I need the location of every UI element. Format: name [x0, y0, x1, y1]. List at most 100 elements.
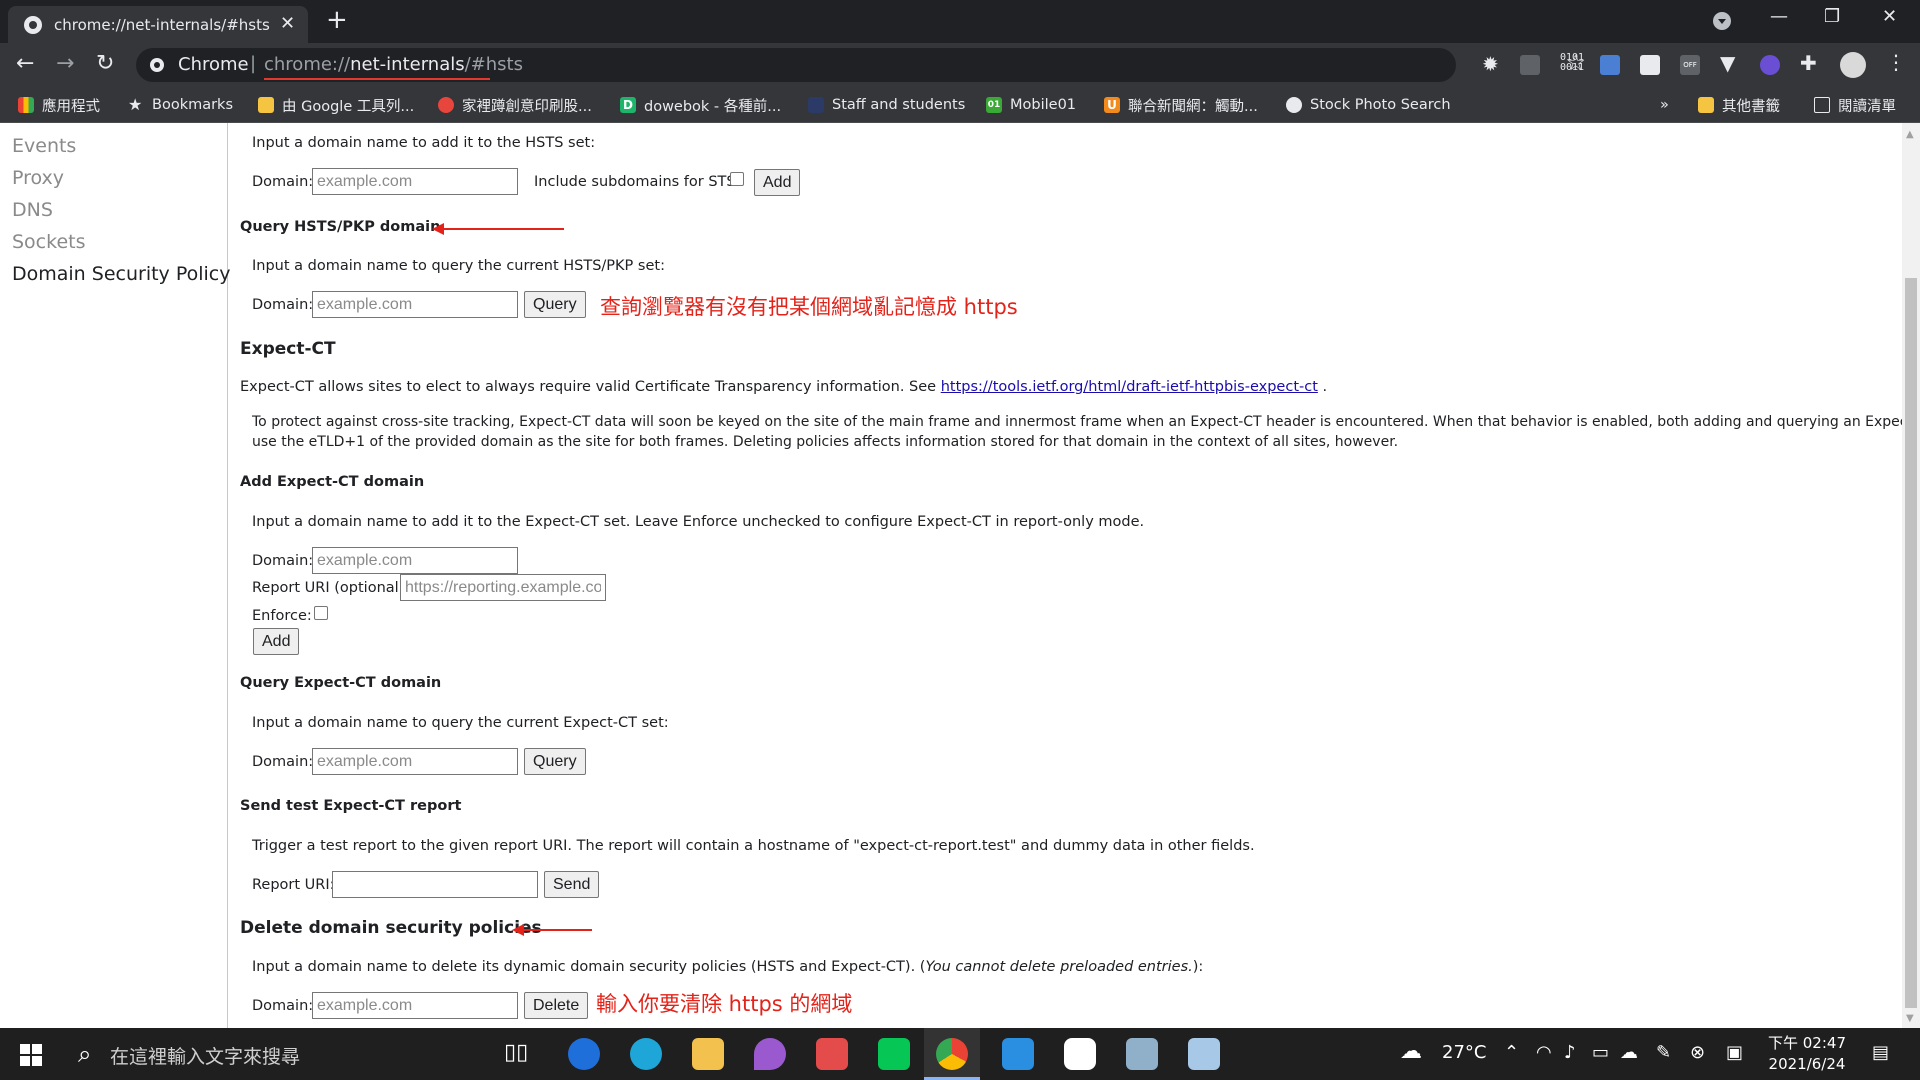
hsts-add-button[interactable]: Add [754, 169, 801, 196]
bookmark-mobile01[interactable]: 01 Mobile01 [986, 95, 1076, 115]
ct-test-uri-input[interactable] [332, 871, 538, 898]
bookmark-apps[interactable]: 應用程式 [18, 95, 100, 115]
pen-icon[interactable]: ✎ [1656, 1042, 1671, 1063]
vscode-icon[interactable] [1002, 1038, 1034, 1070]
system-clock[interactable]: 下午 02:47 2021/6/24 [1768, 1033, 1846, 1075]
ct-test-intro: Trigger a test report to the given repor… [252, 838, 1255, 854]
taskbar-search[interactable]: ⌕ 在這裡輸入文字來搜尋 [64, 1028, 478, 1080]
bookmark-stock-photo[interactable]: Stock Photo Search [1286, 95, 1451, 115]
notification-icon[interactable]: ▤ [1872, 1042, 1889, 1063]
ct-query-intro: Input a domain name to query the current… [252, 715, 669, 731]
bookmark-google-toolbar[interactable]: 由 Google 工具列... [258, 95, 414, 115]
scroll-down-icon[interactable]: ▼ [1906, 1013, 1914, 1024]
tray-chevron-icon[interactable]: ⌃ [1504, 1042, 1519, 1063]
download-extension-icon[interactable] [1760, 55, 1780, 75]
ct-enforce-label: Enforce: [252, 608, 312, 624]
ct-send-button[interactable]: Send [544, 871, 600, 898]
bookmarks-overflow-button[interactable]: » [1660, 95, 1669, 115]
hsts-query-button[interactable]: Query [524, 291, 586, 318]
new-tab-icon[interactable]: + [326, 5, 348, 35]
delete-button[interactable]: Delete [524, 992, 589, 1019]
bookmark-staff-students[interactable]: Staff and students [808, 95, 965, 115]
sidebar-item-events[interactable]: Events [12, 135, 76, 157]
ct-report-uri-input[interactable] [400, 574, 606, 601]
acrobat-icon[interactable] [816, 1038, 848, 1070]
sidebar-item-sockets[interactable]: Sockets [12, 231, 86, 253]
profile-avatar[interactable] [1840, 52, 1866, 78]
chrome-logo-icon [150, 58, 164, 72]
back-icon[interactable]: ← [16, 51, 34, 76]
delete-domain-input[interactable] [312, 992, 518, 1019]
reading-list-button[interactable]: 閱讀清單 [1814, 95, 1896, 115]
origin-chip: Chrome [178, 54, 249, 75]
battery-icon[interactable]: ▭ [1592, 1042, 1609, 1063]
ct-query-heading: Query Expect-CT domain [240, 675, 442, 691]
binary-extension-icon[interactable]: 0101 0011 [1560, 53, 1584, 73]
tab-search-icon[interactable] [1713, 12, 1731, 30]
active-tab[interactable]: chrome://net-internals/#hsts ✕ [8, 6, 308, 43]
clipboard-icon[interactable]: ▣ [1726, 1042, 1743, 1063]
folder-icon [258, 97, 274, 113]
weather-temp[interactable]: 27°C [1442, 1042, 1486, 1063]
close-circle-icon[interactable]: ⊗ [1690, 1042, 1705, 1063]
sidebar-item-domain-security-policy[interactable]: Domain Security Policy [12, 263, 230, 285]
address-bar[interactable]: Chrome | chrome://net-internals/#hsts ☆ [136, 48, 1586, 82]
ct-test-uri-label: Report URI: [252, 877, 335, 893]
scrollbar-thumb[interactable] [1905, 278, 1917, 1008]
sidebar-item-proxy[interactable]: Proxy [12, 167, 64, 189]
annotation-query-note: 查詢瀏覽器有沒有把某個網域亂記憶成 https [600, 295, 1018, 319]
volume-icon[interactable]: ♪ [1564, 1042, 1576, 1063]
hsts-add-domain-label: Domain: [252, 174, 314, 190]
archive-icon[interactable] [1126, 1038, 1158, 1070]
forward-icon[interactable]: → [56, 51, 74, 76]
onedrive-icon[interactable]: ☁ [1620, 1042, 1638, 1063]
ct-query-button[interactable]: Query [524, 748, 586, 775]
url-text[interactable]: chrome://net-internals/#hsts [264, 54, 523, 75]
ie-icon[interactable] [568, 1038, 600, 1070]
minimize-icon[interactable]: — [1770, 6, 1788, 27]
ct-add-domain-input[interactable] [312, 547, 518, 574]
vue-extension-icon[interactable]: ▼ [1720, 51, 1740, 75]
windows-start-icon[interactable] [20, 1044, 42, 1066]
hsts-add-intro: Input a domain name to add it to the HST… [252, 135, 596, 151]
weather-cloud-icon[interactable]: ☁ [1400, 1039, 1422, 1064]
bookmark-udn[interactable]: U 聯合新聞網：觸動... [1104, 95, 1258, 115]
extensions-puzzle-icon[interactable]: ✚ [1800, 51, 1820, 75]
restore-icon[interactable]: ❐ [1824, 6, 1840, 27]
ct-add-button[interactable]: Add [253, 628, 300, 655]
gear-extension-icon[interactable]: ✹ [1482, 52, 1502, 76]
app-icon[interactable] [1064, 1038, 1096, 1070]
notepad-icon[interactable] [1188, 1038, 1220, 1070]
menu-kebab-icon[interactable]: ⋮ [1886, 50, 1906, 74]
sidebar-item-dns[interactable]: DNS [12, 199, 53, 221]
bookmark-print-shop[interactable]: 家裡蹲創意印刷股... [438, 95, 592, 115]
bookmark-other-folder[interactable]: 其他書籤 [1698, 95, 1780, 115]
reload-icon[interactable]: ↻ [96, 51, 114, 76]
page-scrollbar[interactable]: ▲ ▼ [1902, 123, 1920, 1028]
expect-ct-spec-link[interactable]: https://tools.ietf.org/html/draft-ietf-h… [941, 379, 1318, 395]
annotation-arrow-delete [512, 924, 592, 936]
bookmark-dowebok[interactable]: D dowebok - 各種前... [620, 95, 781, 115]
window-close-icon[interactable]: ✕ [1882, 6, 1897, 27]
off-extension-icon[interactable]: OFF [1680, 55, 1700, 75]
google-translate-icon[interactable] [1600, 55, 1620, 75]
screenshot-extension-icon[interactable] [1640, 55, 1660, 75]
wifi-icon[interactable]: ◠ [1536, 1042, 1552, 1063]
hsts-subdomains-checkbox[interactable] [730, 172, 744, 186]
hsts-add-domain-input[interactable] [312, 168, 518, 195]
ct-enforce-checkbox[interactable] [314, 606, 328, 620]
line-icon[interactable] [878, 1038, 910, 1070]
ct-add-heading: Add Expect-CT domain [240, 474, 425, 490]
chrome-taskbar-icon[interactable] [936, 1038, 968, 1070]
site-icon [438, 97, 454, 113]
task-view-icon[interactable]: ▯▯ [504, 1040, 536, 1072]
translate-extension-icon[interactable] [1520, 55, 1540, 75]
ct-query-domain-input[interactable] [312, 748, 518, 775]
hsts-query-domain-input[interactable] [312, 291, 518, 318]
tab-close-icon[interactable]: ✕ [280, 13, 295, 34]
paint-icon[interactable] [754, 1038, 786, 1070]
edge-icon[interactable] [630, 1038, 662, 1070]
file-explorer-icon[interactable] [692, 1038, 724, 1070]
scroll-up-icon[interactable]: ▲ [1906, 129, 1914, 140]
bookmark-bookmarks[interactable]: ★ Bookmarks [128, 95, 233, 115]
